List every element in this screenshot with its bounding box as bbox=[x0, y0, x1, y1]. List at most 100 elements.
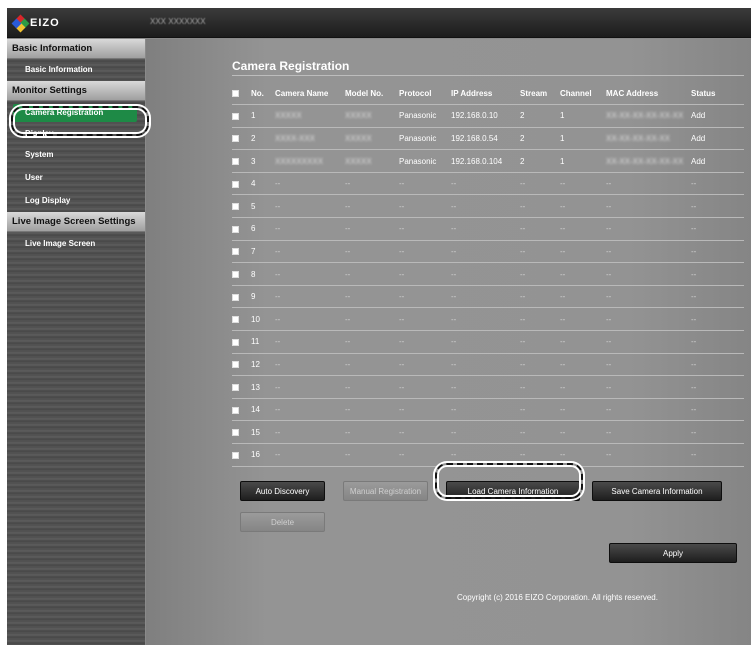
row-checkbox-icon[interactable] bbox=[232, 451, 239, 459]
table-row[interactable]: 12 -- -- -- -- -- -- -- -- bbox=[232, 353, 744, 376]
sidebar-item-live-image-screen[interactable]: Live Image Screen bbox=[7, 232, 145, 255]
row-checkbox-icon[interactable] bbox=[232, 225, 239, 233]
cell-stream: -- bbox=[520, 246, 526, 256]
table-row[interactable]: 15 -- -- -- -- -- -- -- -- bbox=[232, 421, 744, 444]
cell-status: -- bbox=[691, 314, 697, 324]
cell-stream: -- bbox=[520, 427, 526, 437]
cell-camera-name: -- bbox=[275, 292, 281, 302]
table-row[interactable]: 6 -- -- -- -- -- -- -- -- bbox=[232, 218, 744, 241]
sidebar-item-basic-information[interactable]: Basic Information bbox=[7, 59, 145, 81]
cell-protocol: -- bbox=[399, 314, 405, 324]
cell-ip: -- bbox=[451, 314, 457, 324]
cell-protocol: -- bbox=[399, 292, 405, 302]
row-checkbox-icon[interactable] bbox=[232, 406, 239, 414]
cell-model: -- bbox=[345, 359, 351, 369]
table-row[interactable]: 1 XXXXX XXXXX Panasonic 192.168.0.10 2 1 XX-XX-… bbox=[232, 105, 744, 128]
row-checkbox-icon[interactable] bbox=[232, 293, 239, 301]
cell-ip: 192.168.0.104 bbox=[451, 156, 503, 166]
cell-mac: -- bbox=[606, 201, 612, 211]
cell-channel: 1 bbox=[560, 111, 565, 121]
sidebar-item-user[interactable]: User bbox=[7, 166, 145, 189]
cell-mac: XX-XX-XX-XX-XX-XX bbox=[606, 156, 684, 166]
delete-button[interactable]: Delete bbox=[240, 512, 325, 532]
cell-channel: -- bbox=[560, 269, 566, 279]
cell-mac: -- bbox=[606, 382, 612, 392]
table-row[interactable]: 9 -- -- -- -- -- -- -- -- bbox=[232, 285, 744, 308]
cell-no: 3 bbox=[251, 156, 256, 166]
callout-highlight bbox=[11, 106, 149, 136]
column-header: No. bbox=[251, 88, 264, 98]
row-checkbox-icon[interactable] bbox=[232, 248, 239, 256]
page-title: Camera Registration bbox=[232, 59, 350, 73]
column-header: Channel bbox=[560, 88, 592, 98]
row-checkbox-icon[interactable] bbox=[232, 157, 239, 165]
manual-registration-button[interactable]: Manual Registration bbox=[343, 481, 428, 501]
cell-camera-name: XXXXX bbox=[275, 111, 302, 121]
save-camera-information-button[interactable]: Save Camera Information bbox=[592, 481, 722, 501]
row-checkbox-icon[interactable] bbox=[232, 135, 239, 143]
apply-button[interactable]: Apply bbox=[609, 543, 737, 563]
cell-protocol: -- bbox=[399, 201, 405, 211]
cell-channel: -- bbox=[560, 314, 566, 324]
auto-discovery-button[interactable]: Auto Discovery bbox=[240, 481, 325, 501]
cell-status: -- bbox=[691, 269, 697, 279]
cell-mac: -- bbox=[606, 359, 612, 369]
sidebar-item-system[interactable]: System bbox=[7, 143, 145, 166]
table-row[interactable]: 13 -- -- -- -- -- -- -- -- bbox=[232, 376, 744, 399]
row-checkbox-icon[interactable] bbox=[232, 203, 239, 211]
cell-no: 11 bbox=[251, 337, 260, 347]
table-row[interactable]: 7 -- -- -- -- -- -- -- -- bbox=[232, 240, 744, 263]
cell-mac: -- bbox=[606, 427, 612, 437]
row-checkbox-icon[interactable] bbox=[232, 180, 239, 188]
cell-stream: -- bbox=[520, 292, 526, 302]
cell-status: Add bbox=[691, 133, 706, 143]
cell-status: -- bbox=[691, 427, 697, 437]
sidebar-section-basic-information[interactable]: Basic Information bbox=[7, 39, 145, 59]
cell-ip: -- bbox=[451, 427, 457, 437]
cell-no: 15 bbox=[251, 427, 260, 437]
device-name: XXX XXXXXXX bbox=[150, 17, 206, 26]
table-row[interactable]: 5 -- -- -- -- -- -- -- -- bbox=[232, 195, 744, 218]
cell-status: Add bbox=[691, 156, 706, 166]
cell-channel: -- bbox=[560, 405, 566, 415]
table-row[interactable]: 2 XXXX-XXX XXXXX Panasonic 192.168.0.54 2 1 XX-… bbox=[232, 127, 744, 150]
cell-status: -- bbox=[691, 405, 697, 415]
column-header: Stream bbox=[520, 88, 548, 98]
cell-status: -- bbox=[691, 201, 697, 211]
cell-ip: -- bbox=[451, 246, 457, 256]
row-checkbox-icon[interactable] bbox=[232, 338, 239, 346]
cell-mac: -- bbox=[606, 246, 612, 256]
row-checkbox-icon[interactable] bbox=[232, 361, 239, 369]
row-checkbox-icon[interactable] bbox=[232, 316, 239, 324]
table-row[interactable]: 14 -- -- -- -- -- -- -- -- bbox=[232, 398, 744, 421]
select-all-checkbox-icon[interactable] bbox=[232, 89, 239, 97]
row-checkbox-icon[interactable] bbox=[232, 270, 239, 278]
cell-protocol: -- bbox=[399, 359, 405, 369]
table-row[interactable]: 8 -- -- -- -- -- -- -- -- bbox=[232, 263, 744, 286]
cell-no: 1 bbox=[251, 111, 256, 121]
row-checkbox-icon[interactable] bbox=[232, 429, 239, 437]
cell-camera-name: -- bbox=[275, 427, 281, 437]
table-row[interactable]: 3 XXXXXXXXX XXXXX Panasonic 192.168.0.104 2 1 X… bbox=[232, 150, 744, 173]
sidebar-section-monitor-settings[interactable]: Monitor Settings bbox=[7, 81, 145, 101]
cell-stream: -- bbox=[520, 179, 526, 189]
cell-stream: 2 bbox=[520, 111, 525, 121]
sidebar-section-live-image-screen-settings[interactable]: Live Image Screen Settings bbox=[7, 212, 145, 232]
cell-channel: -- bbox=[560, 337, 566, 347]
cell-ip: -- bbox=[451, 337, 457, 347]
cell-camera-name: -- bbox=[275, 246, 281, 256]
cell-protocol: -- bbox=[399, 179, 405, 189]
brand-name: EIZO bbox=[30, 17, 60, 29]
table-row[interactable]: 4 -- -- -- -- -- -- -- -- bbox=[232, 172, 744, 195]
sidebar-item-log-display[interactable]: Log Display bbox=[7, 189, 145, 212]
cell-mac: -- bbox=[606, 179, 612, 189]
cell-model: -- bbox=[345, 314, 351, 324]
table-row[interactable]: 11 -- -- -- -- -- -- -- -- bbox=[232, 331, 744, 354]
cell-ip: -- bbox=[451, 359, 457, 369]
cell-protocol: -- bbox=[399, 224, 405, 234]
table-row[interactable]: 10 -- -- -- -- -- -- -- -- bbox=[232, 308, 744, 331]
cell-ip: -- bbox=[451, 382, 457, 392]
cell-mac: -- bbox=[606, 292, 612, 302]
row-checkbox-icon[interactable] bbox=[232, 383, 239, 391]
row-checkbox-icon[interactable] bbox=[232, 112, 239, 120]
